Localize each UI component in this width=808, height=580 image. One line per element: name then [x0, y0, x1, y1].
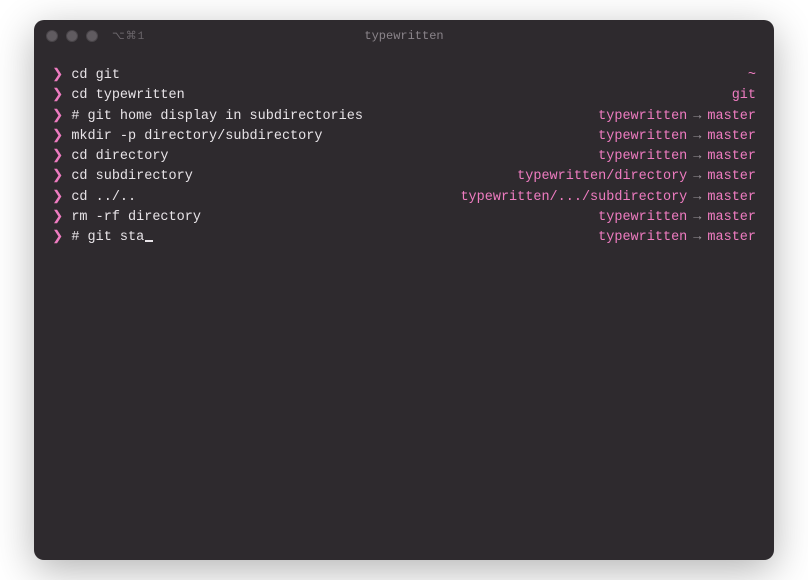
arrow-icon: →	[693, 228, 701, 248]
prompt-symbol: ❯	[52, 188, 63, 208]
close-icon[interactable]	[46, 30, 58, 42]
path-text: git	[732, 86, 756, 106]
branch-text: master	[707, 127, 756, 147]
branch-text: master	[707, 107, 756, 127]
path-text: typewritten	[598, 127, 687, 147]
path-text: typewritten/.../subdirectory	[460, 188, 687, 208]
line-left: ❯ rm -rf directory	[52, 208, 201, 228]
command-text: # git home display in subdirectories	[71, 107, 363, 127]
line-left: ❯ cd ../..	[52, 188, 136, 208]
arrow-icon: →	[693, 208, 701, 228]
titlebar: ⌥⌘1 typewritten	[34, 20, 774, 52]
line-left: ❯ cd typewritten	[52, 86, 185, 106]
prompt-symbol: ❯	[52, 66, 63, 86]
line-right: ~	[748, 66, 756, 86]
line-left: ❯ cd directory	[52, 147, 169, 167]
terminal-line: ❯ cd git ~	[52, 66, 756, 86]
arrow-icon: →	[693, 147, 701, 167]
shell-indicator: ⌥⌘1	[112, 29, 145, 43]
line-right: typewritten → master	[598, 127, 756, 147]
prompt-symbol: ❯	[52, 127, 63, 147]
arrow-icon: →	[693, 188, 701, 208]
terminal-line: ❯ rm -rf directory typewritten → master	[52, 208, 756, 228]
command-text: cd git	[71, 66, 120, 86]
line-right: git	[732, 86, 756, 106]
minimize-icon[interactable]	[66, 30, 78, 42]
prompt-symbol: ❯	[52, 167, 63, 187]
terminal-body[interactable]: ❯ cd git ~ ❯ cd typewritten git ❯ # git home di…	[34, 52, 774, 560]
prompt-symbol: ❯	[52, 208, 63, 228]
command-text: cd ../..	[71, 188, 136, 208]
line-right: typewritten/directory → master	[517, 167, 756, 187]
line-right: typewritten/.../subdirectory → master	[460, 188, 756, 208]
line-left: ❯ cd subdirectory	[52, 167, 193, 187]
traffic-lights	[46, 30, 98, 42]
prompt-symbol: ❯	[52, 228, 63, 248]
line-left: ❯ # git sta	[52, 228, 153, 248]
command-text: mkdir -p directory/subdirectory	[71, 127, 322, 147]
prompt-symbol: ❯	[52, 86, 63, 106]
cursor-icon	[145, 240, 153, 242]
line-right: typewritten → master	[598, 147, 756, 167]
terminal-line: ❯ cd subdirectory typewritten/directory → ma…	[52, 167, 756, 187]
terminal-line: ❯ # git sta typewritten → master	[52, 228, 756, 248]
maximize-icon[interactable]	[86, 30, 98, 42]
command-text: cd directory	[71, 147, 168, 167]
path-text: typewritten	[598, 228, 687, 248]
path-text: typewritten	[598, 147, 687, 167]
line-left: ❯ cd git	[52, 66, 120, 86]
arrow-icon: →	[693, 127, 701, 147]
branch-text: master	[707, 228, 756, 248]
line-right: typewritten → master	[598, 107, 756, 127]
arrow-icon: →	[693, 107, 701, 127]
terminal-line: ❯ cd ../.. typewritten/.../subdirectory → ma…	[52, 188, 756, 208]
path-text: typewritten/directory	[517, 167, 687, 187]
window-title: typewritten	[364, 29, 443, 43]
branch-text: master	[707, 147, 756, 167]
home-path: ~	[748, 66, 756, 86]
line-right: typewritten → master	[598, 228, 756, 248]
terminal-window: ⌥⌘1 typewritten ❯ cd git ~ ❯ cd typewritten g…	[34, 20, 774, 560]
command-text: # git sta	[71, 228, 144, 248]
terminal-line: ❯ cd directory typewritten → master	[52, 147, 756, 167]
path-text: typewritten	[598, 208, 687, 228]
prompt-symbol: ❯	[52, 147, 63, 167]
branch-text: master	[707, 188, 756, 208]
arrow-icon: →	[693, 167, 701, 187]
command-text: rm -rf directory	[71, 208, 201, 228]
branch-text: master	[707, 167, 756, 187]
terminal-line: ❯ mkdir -p directory/subdirectory typewrit…	[52, 127, 756, 147]
terminal-line: ❯ # git home display in subdirectories typ…	[52, 107, 756, 127]
line-left: ❯ mkdir -p directory/subdirectory	[52, 127, 322, 147]
prompt-symbol: ❯	[52, 107, 63, 127]
line-left: ❯ # git home display in subdirectories	[52, 107, 363, 127]
path-text: typewritten	[598, 107, 687, 127]
command-text: cd typewritten	[71, 86, 184, 106]
command-text: cd subdirectory	[71, 167, 193, 187]
line-right: typewritten → master	[598, 208, 756, 228]
terminal-line: ❯ cd typewritten git	[52, 86, 756, 106]
branch-text: master	[707, 208, 756, 228]
